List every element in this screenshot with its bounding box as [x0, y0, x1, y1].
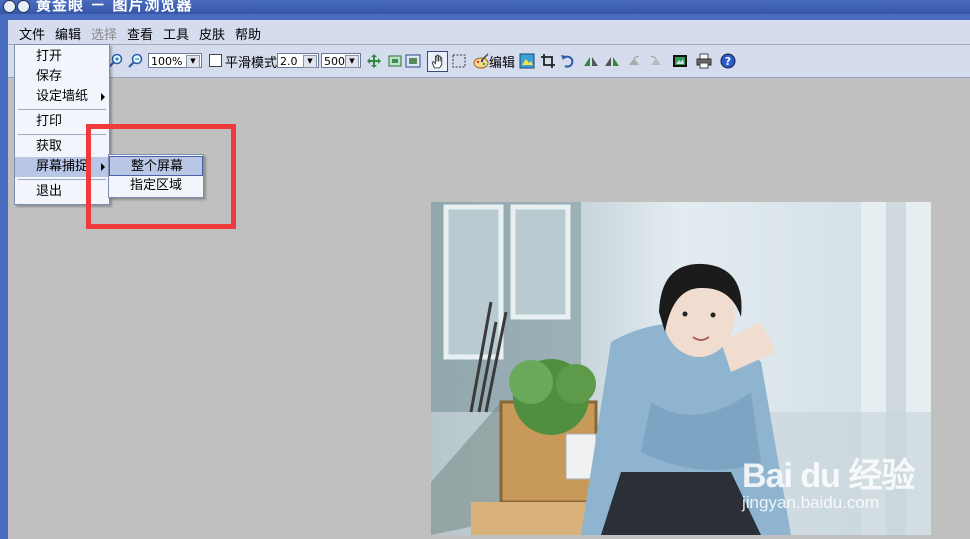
undo-icon[interactable] — [626, 53, 642, 69]
menu-separator — [18, 109, 106, 110]
fit-window-icon[interactable] — [405, 53, 421, 69]
title-bar: 黄金眼 － 图片浏览器 — [0, 0, 970, 14]
fit-move-icon[interactable] — [366, 53, 382, 69]
window-title: 黄金眼 － 图片浏览器 — [36, 0, 193, 14]
size-value: 500 — [324, 55, 345, 68]
system-menu-icon[interactable] — [3, 0, 16, 13]
chevron-down-icon[interactable] — [17, 0, 30, 13]
flip-vertical-icon[interactable] — [604, 53, 620, 69]
chevron-down-icon[interactable]: ▼ — [345, 55, 359, 68]
menu-item-label: 屏幕捕捉 — [36, 159, 89, 174]
rotate-icon[interactable] — [560, 53, 576, 69]
menu-view[interactable]: 查看 — [127, 24, 153, 43]
toolbar: 100% ▼ 平滑模式 2.0 ▼ 500 ▼ 编辑 ? — [8, 45, 970, 78]
menu-item-wallpaper[interactable]: 设定墙纸 — [15, 87, 109, 107]
select-rect-icon[interactable] — [451, 53, 467, 69]
factor-select[interactable]: 2.0 ▼ — [277, 53, 319, 68]
menu-item-open[interactable]: 打开 — [15, 47, 109, 67]
zoom-out-icon[interactable] — [128, 53, 144, 69]
redo-icon[interactable] — [648, 53, 664, 69]
zoom-in-icon[interactable] — [108, 53, 124, 69]
menu-tools[interactable]: 工具 — [163, 24, 189, 43]
hand-icon — [431, 54, 443, 69]
watermark-brand: Bai du 经验 — [742, 457, 915, 495]
smooth-mode-checkbox[interactable] — [209, 54, 222, 67]
printer-icon[interactable] — [696, 53, 712, 69]
size-select[interactable]: 500 ▼ — [321, 53, 361, 68]
menu-item-label: 设定墙纸 — [36, 89, 89, 104]
hand-tool-button[interactable] — [427, 51, 448, 72]
edit-paint-icon[interactable] — [473, 53, 489, 69]
chevron-down-icon[interactable]: ▼ — [186, 55, 200, 68]
menu-help[interactable]: 帮助 — [235, 24, 261, 43]
zoom-select[interactable]: 100% ▼ — [148, 53, 202, 68]
menu-item-label: 获取 — [36, 139, 63, 154]
zoom-value: 100% — [151, 55, 183, 68]
menu-item-label: 保存 — [36, 69, 63, 84]
submenu-arrow-icon — [101, 93, 105, 101]
baidu-watermark: Bai du 经验 jingyan.baidu.com — [742, 448, 915, 513]
chevron-down-icon[interactable]: ▼ — [303, 55, 317, 68]
menu-file[interactable]: 文件 — [19, 24, 45, 43]
flip-horizontal-icon[interactable] — [583, 53, 599, 69]
menu-item-label: 打开 — [36, 49, 63, 64]
menu-bar: 文件 编辑 选择 查看 工具 皮肤 帮助 — [8, 20, 970, 45]
smooth-mode-label: 平滑模式 — [225, 56, 278, 71]
menu-item-save[interactable]: 保存 — [15, 67, 109, 87]
menu-skin[interactable]: 皮肤 — [199, 24, 225, 43]
actual-size-icon[interactable] — [387, 53, 403, 69]
adjust-image-icon[interactable] — [519, 53, 535, 69]
crop-icon[interactable] — [540, 53, 556, 69]
svg-text:?: ? — [725, 55, 731, 68]
highlight-annotation-box — [86, 124, 236, 229]
menu-item-label: 退出 — [36, 184, 63, 199]
menu-item-label: 打印 — [36, 114, 63, 129]
menu-edit[interactable]: 编辑 — [55, 24, 81, 43]
help-icon[interactable]: ? — [720, 53, 736, 69]
menu-select[interactable]: 选择 — [91, 24, 117, 43]
edit-label[interactable]: 编辑 — [489, 52, 515, 71]
factor-value: 2.0 — [280, 55, 298, 68]
slideshow-icon[interactable] — [672, 53, 688, 69]
